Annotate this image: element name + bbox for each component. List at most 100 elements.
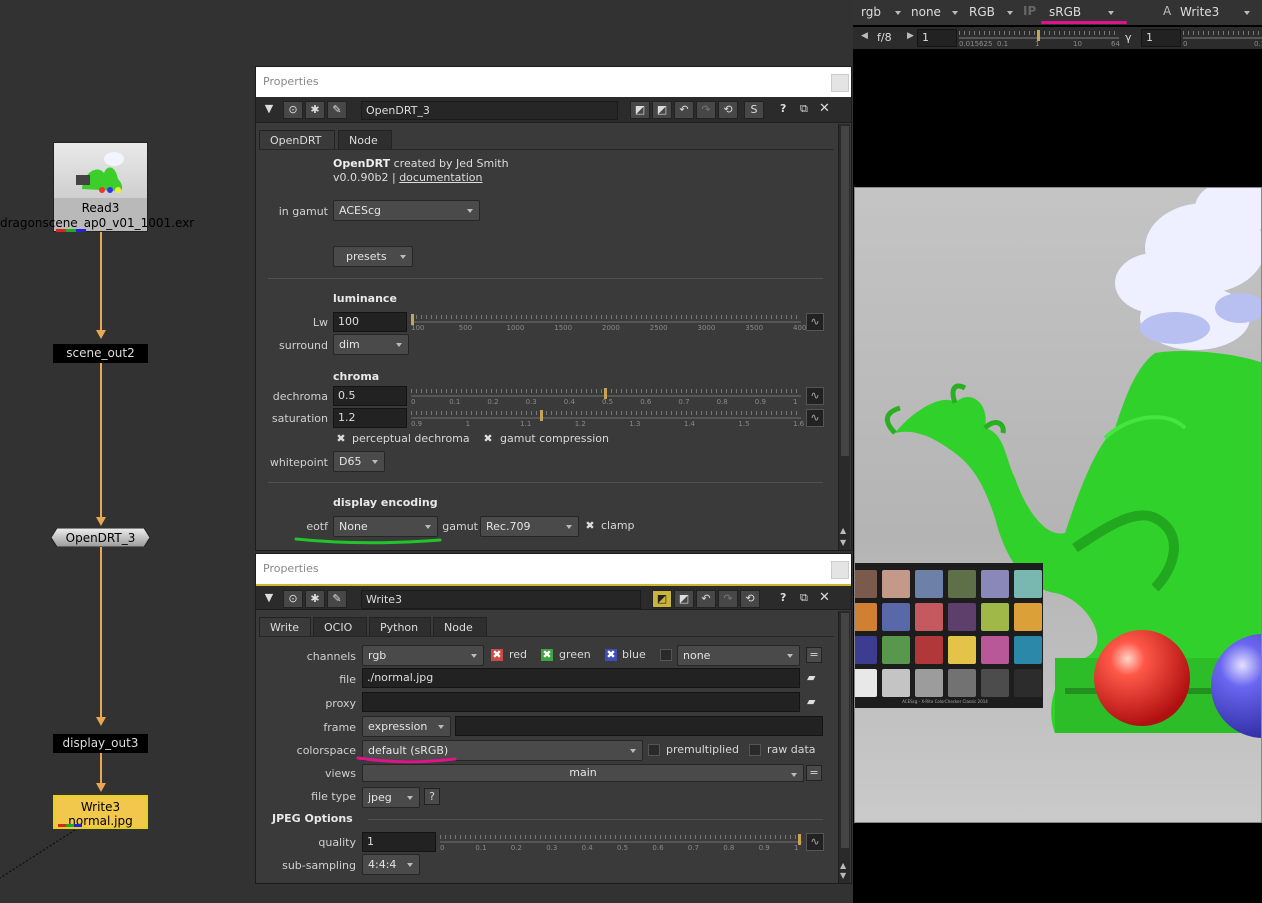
quality-curve-icon[interactable]: ∿	[806, 833, 824, 851]
viewer-channels-dropdown[interactable]: rgb	[857, 3, 905, 22]
float-icon[interactable]: ⧉	[800, 102, 808, 116]
tab-opendrt[interactable]: OpenDRT	[259, 130, 335, 150]
center-node-icon[interactable]: ⊙	[283, 101, 303, 119]
raw-data-checkbox[interactable]	[749, 744, 761, 756]
in-gamut-dropdown[interactable]: ACEScg	[333, 200, 480, 221]
color-swatch2-icon[interactable]: ◩	[652, 101, 672, 119]
dechroma-input[interactable]: 0.5	[333, 386, 407, 406]
panel-float-button[interactable]	[831, 74, 849, 92]
node-name-field[interactable]: Write3	[361, 590, 641, 609]
slider-handle[interactable]	[604, 388, 607, 399]
viewer-alpha-dropdown[interactable]: none	[907, 3, 962, 22]
fstop-left-icon[interactable]: ◀	[861, 31, 868, 41]
proxy-input[interactable]	[362, 692, 800, 712]
help-icon[interactable]: ?	[780, 102, 786, 115]
channels-link-icon[interactable]: =	[806, 647, 822, 663]
channels-dropdown[interactable]: rgb	[362, 645, 484, 666]
tab-write[interactable]: Write	[259, 617, 311, 637]
slider-handle[interactable]	[539, 410, 543, 421]
fstop-value[interactable]: f/8	[877, 31, 892, 44]
scroll-up-icon[interactable]: ▲	[840, 526, 846, 535]
whitepoint-dropdown[interactable]: D65	[333, 451, 385, 472]
center-node-icon[interactable]: ⊙	[283, 590, 303, 608]
frame-expression-input[interactable]	[455, 716, 823, 736]
file-type-help-button[interactable]: ?	[424, 788, 440, 805]
tab-ocio[interactable]: OCIO	[313, 617, 367, 637]
undo-icon[interactable]: ↶	[696, 590, 716, 608]
panel-float-button[interactable]	[831, 561, 849, 579]
revert-icon[interactable]: ⟲	[718, 101, 738, 119]
sub-sampling-dropdown[interactable]: 4:4:4	[362, 854, 420, 875]
scroll-down-icon[interactable]: ▼	[840, 871, 846, 880]
surround-dropdown[interactable]: dim	[333, 334, 409, 355]
file-input[interactable]: ./normal.jpg	[362, 668, 800, 688]
float-icon[interactable]: ⧉	[800, 591, 808, 605]
green-checkbox[interactable]: ✖	[541, 649, 553, 661]
slider-handle[interactable]	[411, 314, 414, 325]
viewer-lut-dropdown[interactable]: sRGB	[1045, 3, 1118, 22]
clamp-checkbox[interactable]: ✖	[584, 520, 596, 532]
color-swatch-icon[interactable]: ◩	[652, 590, 672, 608]
perceptual-dechroma-checkbox[interactable]: ✖	[335, 433, 347, 445]
frame-dropdown[interactable]: expression	[362, 716, 451, 737]
tab-python[interactable]: Python	[369, 617, 431, 637]
node-name-field[interactable]: OpenDRT_3	[361, 101, 618, 120]
close-icon[interactable]: ✕	[819, 101, 830, 116]
color-swatch-icon[interactable]: ◩	[630, 101, 650, 119]
revert-icon[interactable]: ⟲	[740, 590, 760, 608]
input-process-button[interactable]: IP	[1023, 4, 1036, 18]
wrench-icon[interactable]: ✎	[327, 590, 347, 608]
wrench-icon[interactable]: ✎	[327, 101, 347, 119]
collapse-icon[interactable]: ▼	[259, 590, 279, 608]
redo-icon[interactable]: ↷	[718, 590, 738, 608]
gain-input[interactable]: 1	[917, 29, 957, 47]
file-type-dropdown[interactable]: jpeg	[362, 787, 420, 808]
scroll-up-icon[interactable]: ▲	[840, 861, 846, 870]
views-link-icon[interactable]: =	[806, 765, 822, 781]
lw-input[interactable]: 100	[333, 312, 407, 332]
saturation-slider[interactable]: 0.9 1 1.1 1.2 1.3 1.4 1.5 1.6	[411, 408, 804, 428]
dot-node-scene-out2[interactable]: scene_out2	[53, 344, 148, 363]
bug-icon[interactable]: ✱	[305, 101, 325, 119]
gamut-dropdown[interactable]: Rec.709	[480, 516, 579, 537]
undo-icon[interactable]: ↶	[674, 101, 694, 119]
collapse-icon[interactable]: ▼	[259, 101, 279, 119]
fstop-right-icon[interactable]: ▶	[907, 31, 914, 41]
premultiplied-checkbox[interactable]	[648, 744, 660, 756]
viewer-image[interactable]: ACEScg - X-Rite ColorChecker Classic 201…	[854, 187, 1262, 823]
documentation-link[interactable]: documentation	[399, 171, 482, 184]
gamut-compression-checkbox[interactable]: ✖	[482, 433, 494, 445]
alpha-channel-dropdown[interactable]: none	[677, 645, 800, 666]
gain-slider[interactable]: 0.015625 0.1 1 10 64	[959, 28, 1120, 48]
lw-slider[interactable]: 100 500 1000 1500 2000 2500 3000 3500 4000	[411, 312, 811, 332]
help-icon[interactable]: ?	[780, 591, 786, 604]
gamma-input[interactable]: 1	[1141, 29, 1181, 47]
opendrt-scrollbar[interactable]: ▲ ▼	[838, 124, 850, 550]
slider-handle[interactable]	[798, 834, 801, 845]
quality-input[interactable]: 1	[362, 832, 436, 852]
color-swatch2-icon[interactable]: ◩	[674, 590, 694, 608]
file-browse-folder-icon[interactable]: ▰	[807, 671, 815, 684]
saturation-curve-icon[interactable]: ∿	[806, 409, 824, 427]
redo-icon[interactable]: ↷	[696, 101, 716, 119]
red-checkbox[interactable]: ✖	[491, 649, 503, 661]
dot-node-display-out3[interactable]: display_out3	[53, 734, 148, 753]
close-icon[interactable]: ✕	[819, 590, 830, 605]
blue-checkbox[interactable]: ✖	[605, 649, 617, 661]
tab-node[interactable]: Node	[433, 617, 487, 637]
presets-dropdown[interactable]: presets	[333, 246, 413, 267]
alpha-checkbox[interactable]	[660, 649, 672, 661]
dechroma-slider[interactable]: 0 0.1 0.2 0.3 0.4 0.5 0.6 0.7 0.8 0.9 1	[411, 386, 801, 406]
write-node[interactable]: Write3 normal.jpg	[53, 795, 148, 829]
scrollbar-thumb[interactable]	[841, 126, 849, 456]
write-scrollbar[interactable]: ▲ ▼	[838, 611, 850, 883]
bug-icon[interactable]: ✱	[305, 590, 325, 608]
gamma-slider[interactable]: 00.1	[1183, 28, 1262, 48]
slider-handle[interactable]	[1037, 30, 1040, 41]
tab-node[interactable]: Node	[338, 130, 392, 150]
scroll-down-icon[interactable]: ▼	[840, 538, 846, 547]
viewer-rgb-dropdown[interactable]: RGB	[965, 3, 1017, 22]
dechroma-curve-icon[interactable]: ∿	[806, 387, 824, 405]
saturation-input[interactable]: 1.2	[333, 408, 407, 428]
scrollbar-thumb[interactable]	[841, 613, 849, 848]
